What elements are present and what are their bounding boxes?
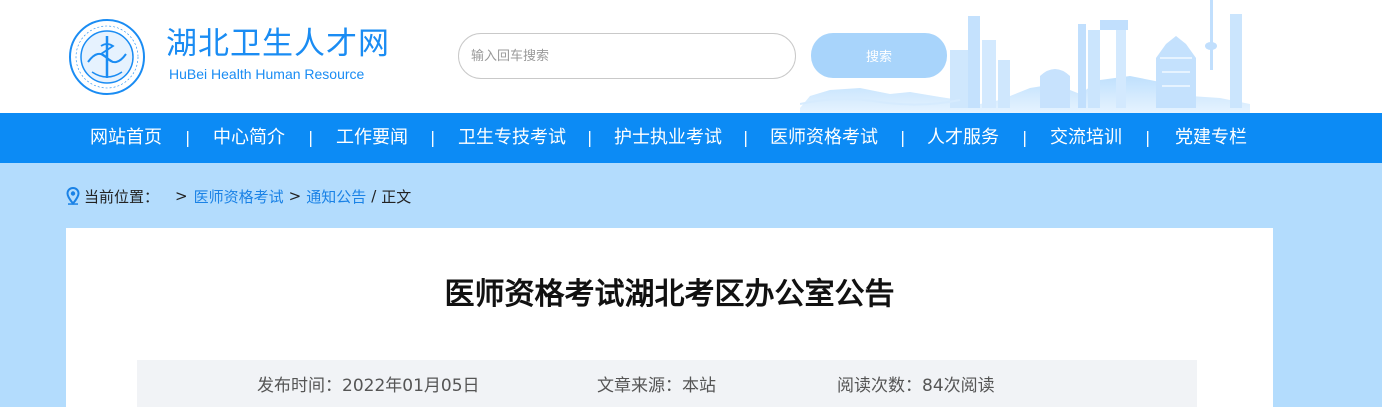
nav-separator: | bbox=[185, 128, 191, 147]
nav-item-about[interactable]: 中心简介 bbox=[213, 113, 285, 163]
article-title: 医师资格考试湖北考区办公室公告 bbox=[444, 277, 895, 312]
nav-item-home[interactable]: 网站首页 bbox=[90, 113, 162, 163]
main-nav: 网站首页 | 中心简介 | 工作要闻 | 卫生专技考试 | 护士执业考试 | 医… bbox=[0, 113, 1382, 163]
nav-item-party[interactable]: 党建专栏 bbox=[1175, 113, 1247, 163]
breadcrumb-separator: / bbox=[371, 187, 377, 205]
nav-item-training[interactable]: 交流培训 bbox=[1050, 113, 1122, 163]
nav-separator: | bbox=[743, 128, 749, 147]
nav-separator: | bbox=[1145, 128, 1151, 147]
article-meta: 发布时间：2022年01月05日 文章来源：本站 阅读次数：84次阅读 bbox=[137, 360, 1197, 407]
breadcrumb-current: 正文 bbox=[381, 187, 412, 206]
breadcrumb-arrow: > bbox=[175, 187, 188, 205]
breadcrumb: 当前位置： > 医师资格考试 > 通知公告 / 正文 bbox=[66, 184, 411, 208]
location-pin-icon bbox=[66, 187, 80, 205]
nav-separator: | bbox=[587, 128, 593, 147]
breadcrumb-label: 当前位置： bbox=[84, 187, 160, 206]
emblem-icon[interactable] bbox=[68, 18, 146, 96]
article-source: 文章来源：本站 bbox=[597, 376, 716, 396]
nav-item-news[interactable]: 工作要闻 bbox=[336, 113, 408, 163]
breadcrumb-link-physician-exam[interactable]: 医师资格考试 bbox=[194, 186, 284, 207]
nav-separator: | bbox=[1022, 128, 1028, 147]
view-count: 阅读次数：84次阅读 bbox=[837, 376, 995, 396]
nav-item-physician-exam[interactable]: 医师资格考试 bbox=[770, 113, 878, 163]
article-panel: 医师资格考试湖北考区办公室公告 发布时间：2022年01月05日 文章来源：本站… bbox=[66, 228, 1273, 407]
site-name[interactable]: 湖北卫生人才网 bbox=[166, 26, 390, 62]
nav-separator: | bbox=[430, 128, 436, 147]
site-header: 湖北卫生人才网 HuBei Health Human Resource 搜索 bbox=[0, 0, 1382, 113]
nav-separator: | bbox=[900, 128, 906, 147]
nav-separator: | bbox=[308, 128, 314, 147]
breadcrumb-separator: > bbox=[288, 187, 302, 205]
site-subtitle: HuBei Health Human Resource bbox=[169, 66, 365, 82]
breadcrumb-link-notices[interactable]: 通知公告 bbox=[306, 186, 366, 207]
publish-time: 发布时间：2022年01月05日 bbox=[257, 376, 480, 396]
city-skyline-illustration bbox=[800, 0, 1250, 113]
search-input[interactable] bbox=[458, 33, 796, 79]
nav-item-health-exam[interactable]: 卫生专技考试 bbox=[458, 113, 566, 163]
nav-item-nurse-exam[interactable]: 护士执业考试 bbox=[614, 113, 722, 163]
nav-item-talent-service[interactable]: 人才服务 bbox=[927, 113, 999, 163]
